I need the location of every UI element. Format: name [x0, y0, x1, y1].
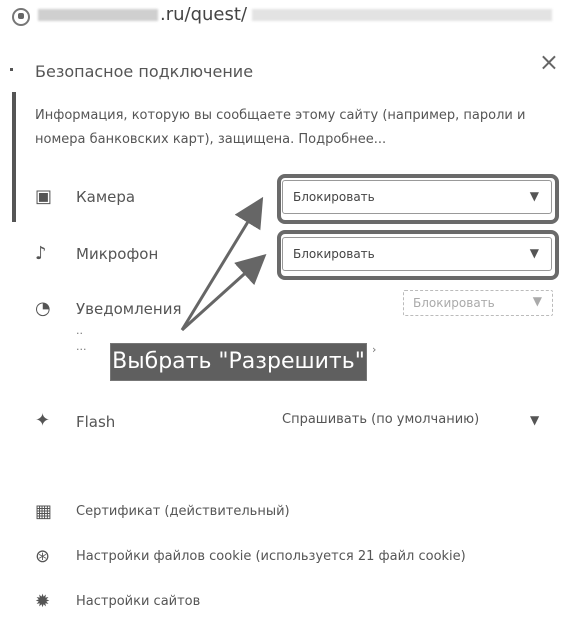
address-redacted-left	[38, 9, 158, 21]
site-info-popup: .ru/quest/ × Безопасное подключение Инфо…	[0, 0, 573, 626]
url-fragment: .ru/quest/	[160, 4, 248, 25]
annotation-callout: Выбрать "Разрешить"	[110, 343, 367, 381]
camera-icon: ▣	[35, 186, 53, 207]
address-bar[interactable]: .ru/quest/	[0, 0, 573, 34]
panel-title: Безопасное подключение	[35, 62, 254, 81]
microphone-highlight-outline	[277, 230, 559, 280]
chevron-down-icon: ▼	[532, 294, 542, 308]
camera-highlight-outline	[277, 174, 559, 224]
page-fragment	[10, 68, 13, 71]
address-redacted-right	[252, 9, 552, 21]
certificate-icon: ▦	[35, 501, 53, 522]
permission-label-notifications: Уведомления	[76, 300, 182, 318]
site-settings-link[interactable]: Настройки сайтов	[76, 594, 200, 609]
certificate-link[interactable]: Сертификат (действительный)	[76, 504, 290, 519]
flash-permission-value[interactable]: Спрашивать (по умолчанию)	[282, 412, 479, 427]
cookie-icon: ⊛	[35, 546, 51, 567]
close-icon[interactable]: ×	[539, 48, 559, 76]
lock-icon[interactable]	[12, 8, 30, 26]
notification-icon: ◔	[35, 298, 51, 319]
gear-icon: ✹	[35, 591, 51, 612]
puzzle-icon: ✦	[35, 410, 51, 431]
microphone-icon: ♪	[35, 243, 47, 264]
notifications-permission-value: Блокировать	[413, 296, 495, 310]
security-description: Информация, которую вы сообщаете этому с…	[35, 108, 526, 147]
permission-label-camera: Камера	[76, 188, 136, 206]
cookie-settings-link[interactable]: Настройки файлов cookie (используется 21…	[76, 549, 466, 564]
obscured-helper-mark: ›	[372, 343, 377, 356]
chevron-down-icon[interactable]: ▼	[530, 413, 539, 427]
permission-label-microphone: Микрофон	[76, 245, 159, 263]
obscured-helper-text: ·· ···	[76, 327, 87, 356]
flash-label: Flash	[76, 413, 116, 431]
notifications-permission-select[interactable]: Блокировать ▼	[403, 290, 553, 316]
